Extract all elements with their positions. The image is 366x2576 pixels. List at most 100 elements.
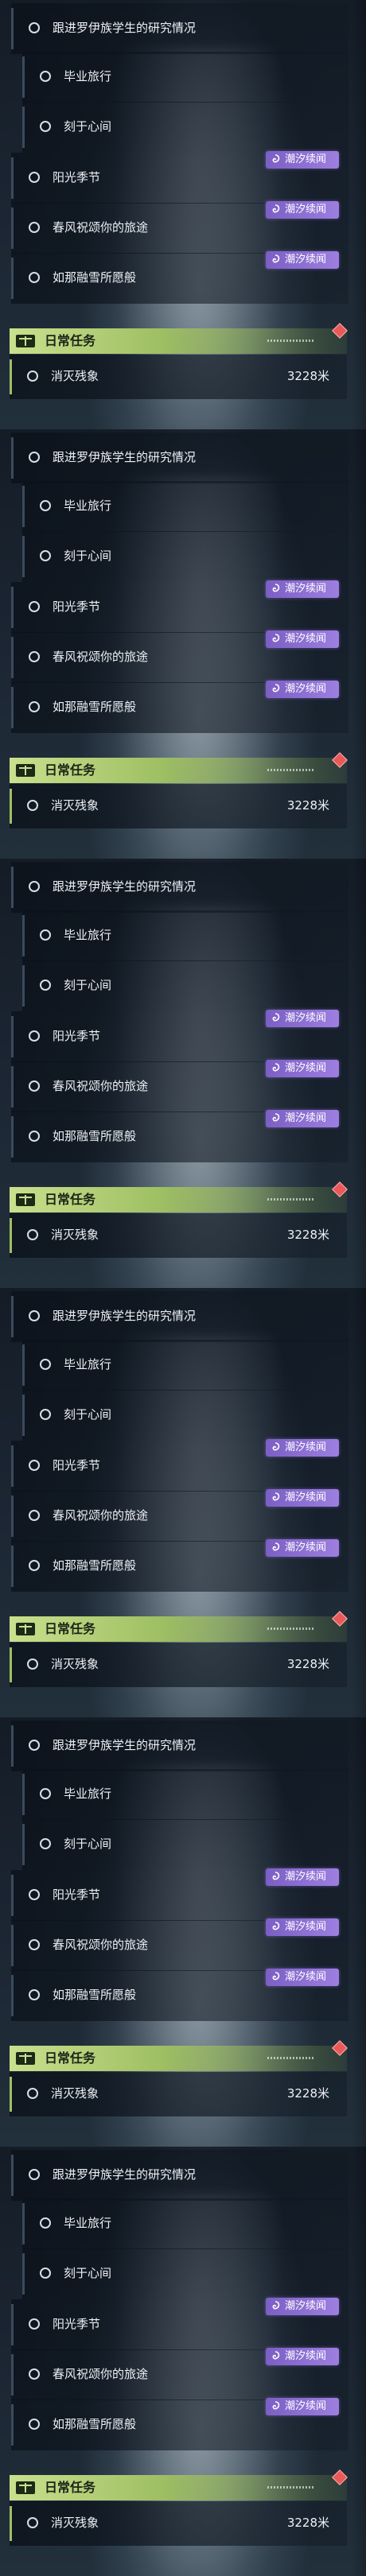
daily-task-item[interactable]: 消灭残象 3228米 [10,2501,347,2546]
quest-item[interactable]: 春风祝颂你的旅途 潮汐续闻 [11,201,348,254]
quest-item[interactable]: 跟进罗伊族学生的研究情况 [11,862,348,913]
quest-status-circle-icon [29,2318,40,2330]
quest-status-circle-icon [27,2517,38,2528]
quest-item[interactable]: 如那融雪所愿般 潮汐续闻 [11,251,348,304]
badge-label: 潮汐续闻 [285,1971,327,1983]
quest-item[interactable]: 毕业旅行 [22,2198,348,2249]
quest-item-bar [11,1975,14,2016]
quest-item[interactable]: 如那融雪所愿般 潮汐续闻 [11,681,348,733]
daily-tasks-header[interactable]: 日常任务 [10,2040,348,2071]
quest-item[interactable]: 阳光季节 潮汐续闻 [11,1439,348,1492]
quest-item-bar [11,1725,14,1767]
tide-swirl-icon [272,1872,280,1880]
tide-swirl-icon [272,2401,280,2410]
quest-item-bar [22,486,25,527]
tide-swirl-icon [272,584,280,592]
quest-item[interactable]: 跟进罗伊族学生的研究情况 [11,3,348,54]
quest-item[interactable]: 毕业旅行 [22,52,348,103]
waypoint-diamond-icon[interactable] [332,2040,348,2056]
quest-item[interactable]: 毕业旅行 [22,910,348,961]
waypoint-diamond-icon[interactable] [332,1181,348,1197]
quest-status-circle-icon [40,2268,51,2279]
badge-label: 潮汐续闻 [285,1112,327,1124]
quest-item[interactable]: 阳光季节 潮汐续闻 [11,580,348,633]
tide-story-badge: 潮汐续闻 [266,1110,339,1127]
header-decoration [267,2486,315,2489]
quest-item[interactable]: 跟进罗伊族学生的研究情况 [11,1291,348,1342]
quest-item-bar [22,1774,25,1815]
badge-label: 潮汐续闻 [285,1921,327,1933]
quest-status-circle-icon [27,2088,38,2099]
daily-task-item[interactable]: 消灭残象 3228米 [10,1643,347,1687]
daily-tasks-header[interactable]: 日常任务 [10,1611,348,1642]
quest-status-circle-icon [29,651,40,662]
quest-item[interactable]: 毕业旅行 [22,1769,348,1820]
quest-item[interactable]: 刻于心间 [22,960,348,1011]
quest-item[interactable]: 刻于心间 [22,102,348,153]
quest-item-label: 跟进罗伊族学生的研究情况 [53,1309,197,1323]
quest-item[interactable]: 刻于心间 [22,531,348,582]
quest-panel: 跟进罗伊族学生的研究情况 毕业旅行 刻于心间 阳光季节 潮汐续闻 春风祝颂你的旅途 潮汐续闻… [0,429,366,859]
quest-status-circle-icon [29,701,40,712]
daily-task-bar [10,1647,12,1682]
quest-item-bar [11,2404,14,2446]
daily-tasks-header[interactable]: 日常任务 [10,1181,348,1212]
daily-task-item[interactable]: 消灭残象 3228米 [10,2072,347,2116]
quest-status-circle-icon [29,601,40,612]
quest-item[interactable]: 跟进罗伊族学生的研究情况 [11,2150,348,2201]
tide-story-badge: 潮汐续闻 [266,151,339,169]
daily-tasks-header[interactable]: 日常任务 [10,752,348,783]
quest-item[interactable]: 毕业旅行 [22,481,348,532]
daily-tasks-header[interactable]: 日常任务 [10,323,348,354]
quest-item[interactable]: 毕业旅行 [22,1340,348,1391]
quest-item[interactable]: 春风祝颂你的旅途 潮汐续闻 [11,1060,348,1112]
tide-story-badge: 潮汐续闻 [266,2298,339,2315]
quest-item[interactable]: 刻于心间 [22,1390,348,1441]
quest-item-bar [11,1116,14,1158]
quest-item[interactable]: 阳光季节 潮汐续闻 [11,1010,348,1062]
daily-tasks-header[interactable]: 日常任务 [10,2469,348,2500]
badge-label: 潮汐续闻 [285,583,327,595]
tide-story-badge: 潮汐续闻 [266,1918,339,1936]
quest-item[interactable]: 春风祝颂你的旅途 潮汐续闻 [11,1489,348,1542]
quest-item[interactable]: 春风祝颂你的旅途 潮汐续闻 [11,2348,348,2400]
quest-item[interactable]: 跟进罗伊族学生的研究情况 [11,1721,348,1771]
quest-item[interactable]: 刻于心间 [22,2248,348,2299]
quest-status-circle-icon [40,121,51,132]
quest-item[interactable]: 如那融雪所愿般 潮汐续闻 [11,1110,348,1162]
quest-item[interactable]: 刻于心间 [22,1819,348,1870]
daily-task-book-icon [16,1193,35,1206]
tide-story-badge: 潮汐续闻 [266,251,339,269]
daily-task-item[interactable]: 消灭残象 3228米 [10,1213,347,1258]
daily-task-book-icon [16,2052,35,2065]
quest-item[interactable]: 跟进罗伊族学生的研究情况 [11,433,348,483]
daily-task-item[interactable]: 消灭残象 3228米 [10,784,347,828]
quest-item-label: 春风祝颂你的旅途 [53,1938,149,1952]
quest-status-circle-icon [40,929,51,941]
badge-label: 潮汐续闻 [285,683,327,695]
quest-item[interactable]: 阳光季节 潮汐续闻 [11,2298,348,2350]
quest-item[interactable]: 阳光季节 潮汐续闻 [11,1868,348,1921]
quest-item[interactable]: 如那融雪所愿般 潮汐续闻 [11,1969,348,2021]
waypoint-diamond-icon[interactable] [332,2469,348,2485]
quest-item-bar [22,965,25,1007]
quest-item-bar [11,437,14,479]
waypoint-diamond-icon[interactable] [332,323,348,339]
quest-item[interactable]: 阳光季节 潮汐续闻 [11,151,348,204]
waypoint-diamond-icon[interactable] [332,1611,348,1627]
tide-story-badge: 潮汐续闻 [266,681,339,698]
daily-task-distance: 3228米 [286,2516,329,2530]
quest-item-bar [11,2155,14,2196]
quest-item[interactable]: 春风祝颂你的旅途 潮汐续闻 [11,630,348,683]
quest-item[interactable]: 如那融雪所愿般 潮汐续闻 [11,1539,348,1592]
quest-item-bar [11,1875,14,1916]
quest-item[interactable]: 春风祝颂你的旅途 潮汐续闻 [11,1918,348,1971]
quest-item[interactable]: 如那融雪所愿般 潮汐续闻 [11,2398,348,2450]
waypoint-diamond-icon[interactable] [332,752,348,768]
daily-task-item[interactable]: 消灭残象 3228米 [10,355,347,399]
daily-tasks-title: 日常任务 [45,1621,96,1636]
quest-status-circle-icon [29,1740,40,1751]
tide-story-badge: 潮汐续闻 [266,1060,339,1077]
daily-task-label: 消灭残象 [51,369,99,383]
daily-task-book-icon [16,1623,35,1635]
